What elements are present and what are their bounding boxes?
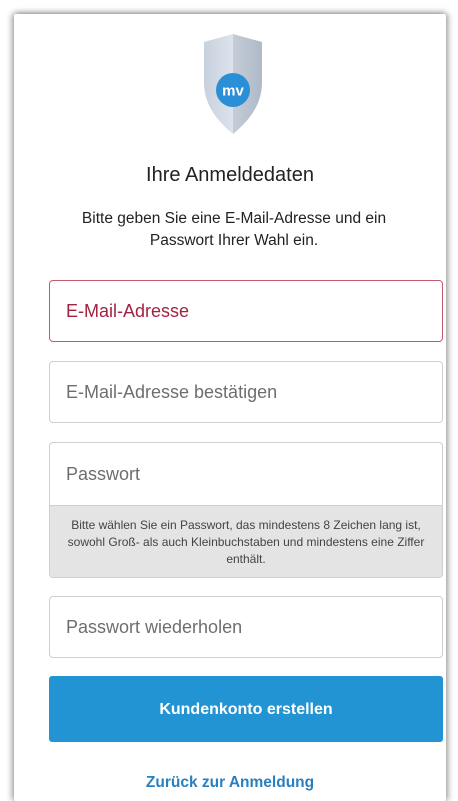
page-subtitle: Bitte geben Sie eine E-Mail-Adresse und …	[81, 210, 387, 249]
password-input[interactable]	[50, 443, 442, 505]
email-input[interactable]	[50, 281, 442, 341]
page-title: Ihre Anmeldedaten	[146, 164, 314, 186]
password-field-group: Bitte wählen Sie ein Passwort, das minde…	[49, 442, 443, 578]
email-field[interactable]	[49, 280, 443, 342]
password-repeat-input[interactable]	[50, 597, 442, 657]
email-confirm-input[interactable]	[50, 362, 442, 422]
email-confirm-field[interactable]	[49, 361, 443, 423]
password-repeat-field[interactable]	[49, 596, 443, 658]
password-hint: Bitte wählen Sie ein Passwort, das minde…	[50, 505, 442, 577]
create-account-button[interactable]: Kundenkonto erstellen	[49, 676, 443, 742]
registration-panel: mv Ihre Anmeldedaten Bitte geben Sie ein…	[14, 14, 446, 801]
shield-icon: mv	[202, 32, 264, 136]
svg-text:mv: mv	[222, 83, 244, 100]
back-to-login-link[interactable]: Zurück zur Anmeldung	[14, 774, 446, 792]
registration-content: mv Ihre Anmeldedaten Bitte geben Sie ein…	[14, 14, 446, 801]
